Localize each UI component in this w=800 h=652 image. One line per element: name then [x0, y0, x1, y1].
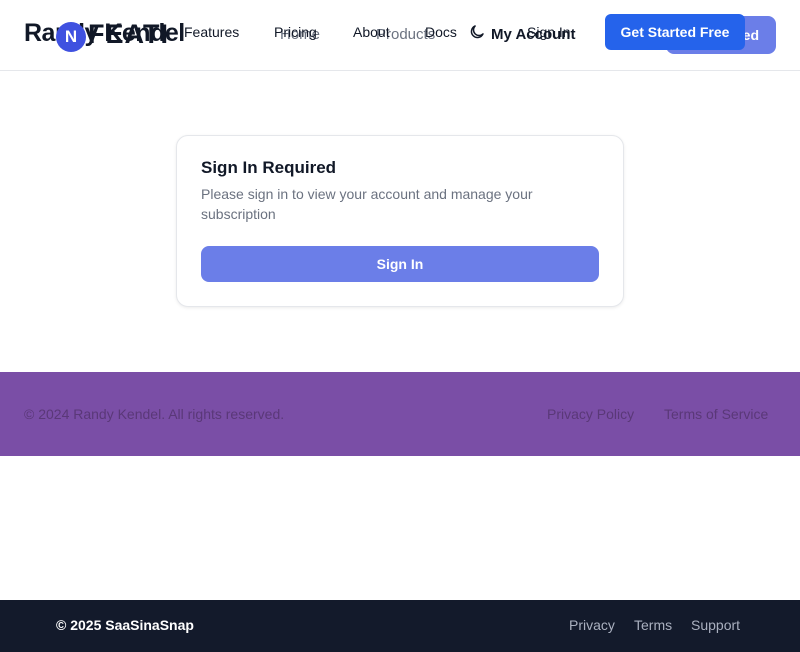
nav-link-docs[interactable]: Docs [425, 24, 457, 40]
nav-link-about[interactable]: About [353, 24, 390, 40]
signin-required-card: Sign In Required Please sign in to view … [176, 135, 624, 307]
sign-in-link[interactable]: Sign In [527, 24, 571, 40]
terms-of-service-link[interactable]: Terms of Service [664, 406, 768, 422]
nav-link-pricing[interactable]: Pricing [274, 24, 317, 40]
support-link[interactable]: Support [691, 617, 740, 633]
get-started-free-button[interactable]: Get Started Free [605, 14, 745, 50]
site-footer: © 2024 Randy Kendel. All rights reserved… [0, 372, 800, 456]
card-description: Please sign in to view your account and … [201, 186, 533, 222]
card-title: Sign In Required [201, 158, 337, 177]
brand-name-overlay[interactable]: FEATI [88, 19, 169, 50]
platform-footer: © 2025 SaaSinaSnap Privacy Terms Support [0, 600, 800, 652]
logo-icon[interactable]: N [56, 22, 86, 52]
terms-link[interactable]: Terms [634, 617, 672, 633]
nav-link-features[interactable]: Features [184, 24, 239, 40]
sign-in-button[interactable]: Sign In [201, 246, 599, 282]
moon-icon[interactable] [468, 23, 486, 41]
logo-letter: N [64, 27, 78, 46]
privacy-policy-link[interactable]: Privacy Policy [547, 406, 634, 422]
site-header: Randy Kendel Home Products My Account Ge… [0, 0, 800, 71]
privacy-link[interactable]: Privacy [569, 617, 615, 633]
footer-copyright: © 2024 Randy Kendel. All rights reserved… [24, 406, 285, 422]
platform-copyright: © 2025 SaaSinaSnap [56, 617, 194, 633]
